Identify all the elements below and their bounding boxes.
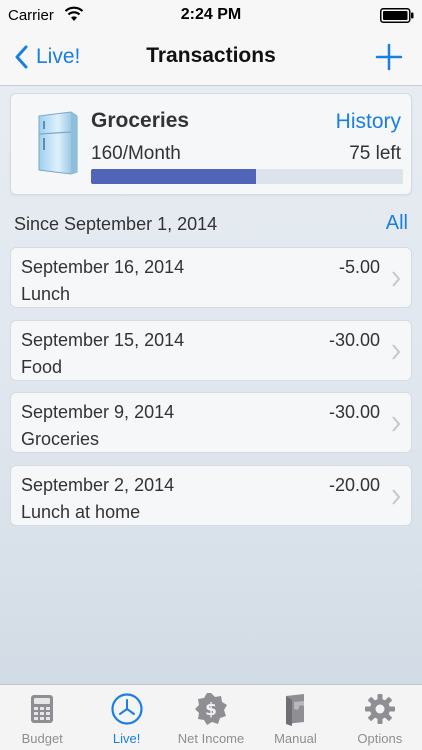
battery-icon (380, 8, 414, 23)
page-title: Transactions (146, 44, 276, 67)
since-date-label: Since September 1, 2014 (14, 214, 218, 234)
manual-icon (286, 694, 305, 726)
transaction-date: September 2, 2014 (21, 474, 175, 495)
transaction-amount: -30.00 (328, 329, 380, 350)
tab-options[interactable]: Options (338, 685, 422, 750)
transaction-description: Lunch at home (21, 501, 141, 522)
transaction-row[interactable]: September 9, 2014 -30.00 Groceries (10, 392, 412, 453)
clock-icon (111, 693, 143, 725)
transaction-row[interactable]: September 15, 2014 -30.00 Food (10, 319, 412, 381)
budget-name: Groceries (91, 109, 190, 132)
plus-icon[interactable] (374, 42, 404, 72)
tab-label: Net Income (177, 731, 245, 746)
transaction-amount: -20.00 (328, 474, 380, 495)
history-link[interactable]: History (336, 110, 401, 134)
transaction-list: September 16, 2014 -5.00 Lunch September… (10, 247, 412, 537)
transaction-row[interactable]: September 2, 2014 -20.00 Lunch at home (10, 464, 412, 526)
budget-progress-bar (91, 169, 403, 184)
budget-rate: 160/Month (91, 143, 181, 164)
chevron-right-icon (392, 271, 401, 287)
budget-progress-fill (91, 169, 257, 184)
transaction-description: Lunch (21, 284, 71, 304)
calculator-icon (31, 695, 54, 723)
tab-label: Manual (274, 731, 317, 746)
gear-icon (364, 694, 395, 724)
tab-live[interactable]: Live! (84, 685, 168, 750)
transaction-amount: -5.00 (338, 257, 380, 277)
transaction-description: Groceries (21, 429, 100, 449)
tab-manual[interactable]: Manual (253, 685, 337, 750)
svg-text:$: $ (205, 700, 217, 720)
tab-label: Live! (112, 731, 141, 746)
refrigerator-icon (38, 111, 78, 175)
status-bar: Carrier 2:24 PM (0, 0, 422, 30)
transaction-row[interactable]: September 16, 2014 -5.00 Lunch (10, 247, 412, 308)
dollar-badge-icon: $ (195, 693, 228, 725)
navigation-bar: Live! Transactions (0, 30, 422, 86)
transaction-amount: -30.00 (328, 402, 380, 422)
chevron-right-icon (392, 488, 401, 505)
transaction-date: September 9, 2014 (21, 402, 175, 422)
status-time: 2:24 PM (180, 6, 242, 23)
chevron-right-icon (392, 416, 401, 432)
tab-label: Options (357, 731, 403, 746)
chevron-right-icon (392, 343, 401, 360)
budget-summary-card: Groceries History 160/Month 75 left (10, 93, 412, 195)
transaction-date: September 15, 2014 (21, 329, 185, 350)
transaction-description: Food (21, 356, 63, 377)
tab-label: Budget (21, 731, 63, 746)
tab-bar: Budget Live! $ Net Income Manual Options (0, 684, 422, 750)
all-link[interactable]: All (386, 212, 408, 235)
budget-remaining: 75 left (349, 143, 401, 164)
tab-net-income[interactable]: $ Net Income (169, 685, 253, 750)
transaction-date: September 16, 2014 (21, 257, 185, 277)
tab-budget[interactable]: Budget (0, 685, 84, 750)
